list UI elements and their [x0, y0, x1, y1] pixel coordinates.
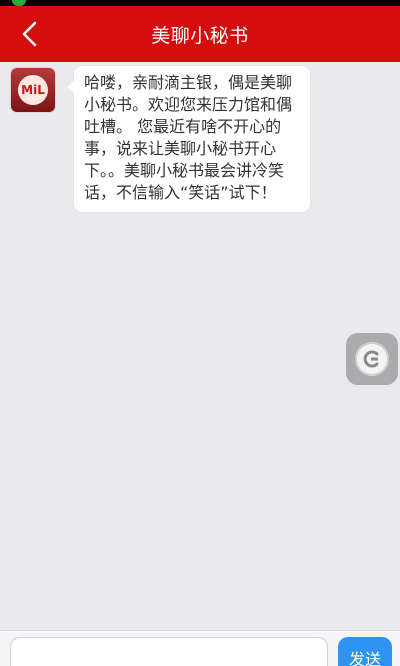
header-bar: 美聊小秘书: [0, 6, 400, 62]
page-title: 美聊小秘书: [151, 24, 249, 47]
input-bar: 发送: [0, 630, 400, 666]
c-glyph: [363, 350, 379, 368]
mil-logo-icon: MiL: [18, 75, 48, 105]
chat-screen: 美聊小秘书 MiL 哈喽，亲耐滴主银，偶是美聊小秘书。欢迎您来压力馆和偶吐槽。 …: [0, 0, 400, 666]
chevron-left-icon: [22, 21, 37, 47]
floating-action-button[interactable]: [346, 333, 398, 385]
send-button[interactable]: 发送: [338, 637, 392, 666]
chat-area[interactable]: MiL 哈喽，亲耐滴主银，偶是美聊小秘书。欢迎您来压力馆和偶吐槽。 您最近有啥不…: [0, 62, 400, 630]
back-button[interactable]: [10, 14, 50, 54]
message-input[interactable]: [10, 637, 328, 666]
message-text: 哈喽，亲耐滴主银，偶是美聊小秘书。欢迎您来压力馆和偶吐槽。 您最近有啥不开心的事…: [84, 73, 293, 202]
bot-avatar[interactable]: MiL: [11, 68, 55, 112]
c-logo-icon: [355, 342, 389, 376]
message-bubble: 哈喽，亲耐滴主银，偶是美聊小秘书。欢迎您来压力馆和偶吐槽。 您最近有啥不开心的事…: [67, 66, 310, 212]
